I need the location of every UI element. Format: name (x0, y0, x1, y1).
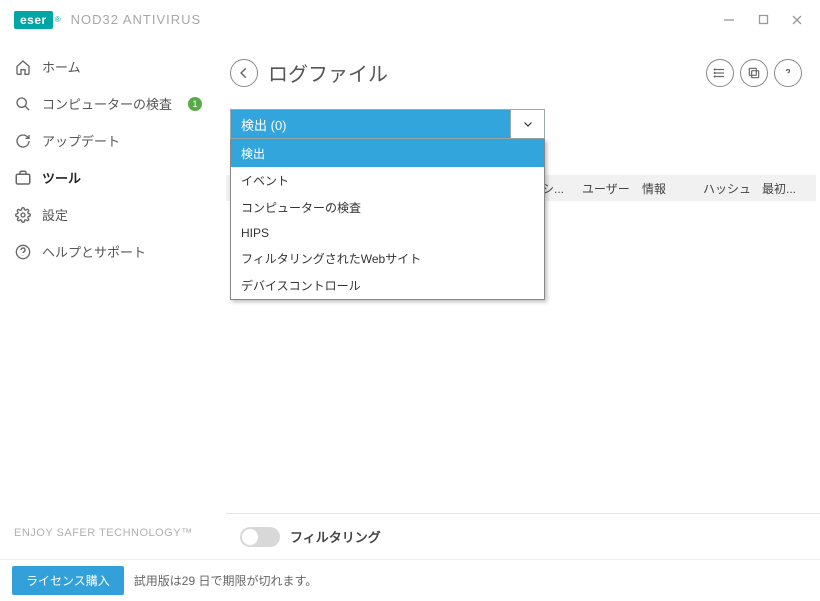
chevron-down-icon[interactable] (510, 110, 544, 138)
refresh-icon (14, 132, 32, 150)
dropdown-selected[interactable]: 検出 (0) (230, 109, 545, 139)
page-title: ログファイル (268, 58, 388, 87)
dropdown-list: 検出 イベント コンピューターの検査 HIPS フィルタリングされたWebサイト… (230, 139, 545, 300)
filter-bar: フィルタリング (226, 513, 820, 559)
sidebar-item-label: ヘルプとサポート (42, 242, 146, 261)
help-icon (14, 243, 32, 261)
dropdown-option[interactable]: フィルタリングされたWebサイト (231, 245, 544, 272)
sidebar-item-home[interactable]: ホーム (0, 48, 225, 85)
sidebar-item-update[interactable]: アップデート (0, 122, 225, 159)
titlebar: eser ® NOD32 ANTIVIRUS (0, 0, 820, 40)
dropdown-option[interactable]: HIPS (231, 221, 544, 245)
column-header[interactable]: 情報 (642, 180, 692, 197)
back-button[interactable] (230, 59, 258, 87)
product-name: NOD32 ANTIVIRUS (71, 12, 202, 27)
trial-status-text: 試用版は29 日で期限が切れます。 (134, 572, 317, 589)
sidebar-item-help[interactable]: ヘルプとサポート (0, 233, 225, 270)
toolbox-icon (14, 169, 32, 187)
sidebar-footer-tagline: ENJOY SAFER TECHNOLOGY™ (0, 515, 225, 559)
dropdown-selected-label: 検出 (0) (241, 115, 287, 134)
dropdown-option[interactable]: 検出 (231, 140, 544, 167)
sidebar-item-label: ホーム (42, 57, 81, 76)
sidebar-item-label: アップデート (42, 131, 120, 150)
dropdown-option[interactable]: コンピューターの検査 (231, 194, 544, 221)
status-badge: 1 (188, 97, 202, 111)
sidebar-item-label: 設定 (42, 205, 68, 224)
minimize-button[interactable] (712, 6, 746, 34)
sidebar-item-settings[interactable]: 設定 (0, 196, 225, 233)
registered-mark: ® (55, 15, 61, 24)
column-header[interactable]: ユーザー (582, 180, 642, 197)
main-panel: ログファイル 検出 (0) 検出 (225, 40, 820, 559)
dropdown-option[interactable]: イベント (231, 167, 544, 194)
sidebar-item-label: コンピューターの検査 (42, 94, 172, 113)
copy-button[interactable] (740, 59, 768, 87)
sidebar-item-label: ツール (42, 168, 81, 187)
sidebar: ホーム コンピューターの検査 1 アップデート ツール (0, 40, 225, 559)
list-view-button[interactable] (706, 59, 734, 87)
gear-icon (14, 206, 32, 224)
filter-toggle-label: フィルタリング (290, 527, 381, 546)
filter-toggle[interactable] (240, 527, 280, 547)
column-header[interactable]: シ... (542, 180, 582, 197)
maximize-button[interactable] (746, 6, 780, 34)
search-icon (14, 95, 32, 113)
statusbar: ライセンス購入 試用版は29 日で期限が切れます。 (0, 559, 820, 601)
dropdown-option[interactable]: デバイスコントロール (231, 272, 544, 299)
brand-logo: eser (14, 11, 53, 29)
log-type-dropdown[interactable]: 検出 (0) 検出 イベント コンピューターの検査 HIPS フィルタリングされ… (230, 109, 545, 139)
close-button[interactable] (780, 6, 814, 34)
sidebar-item-scan[interactable]: コンピューターの検査 1 (0, 85, 225, 122)
window-controls (712, 6, 814, 34)
column-header[interactable]: 最初... (762, 180, 808, 197)
help-button[interactable] (774, 59, 802, 87)
column-header[interactable]: ハッシュ (692, 180, 762, 197)
home-icon (14, 58, 32, 76)
sidebar-item-tools[interactable]: ツール (0, 159, 225, 196)
license-purchase-button[interactable]: ライセンス購入 (12, 566, 124, 595)
